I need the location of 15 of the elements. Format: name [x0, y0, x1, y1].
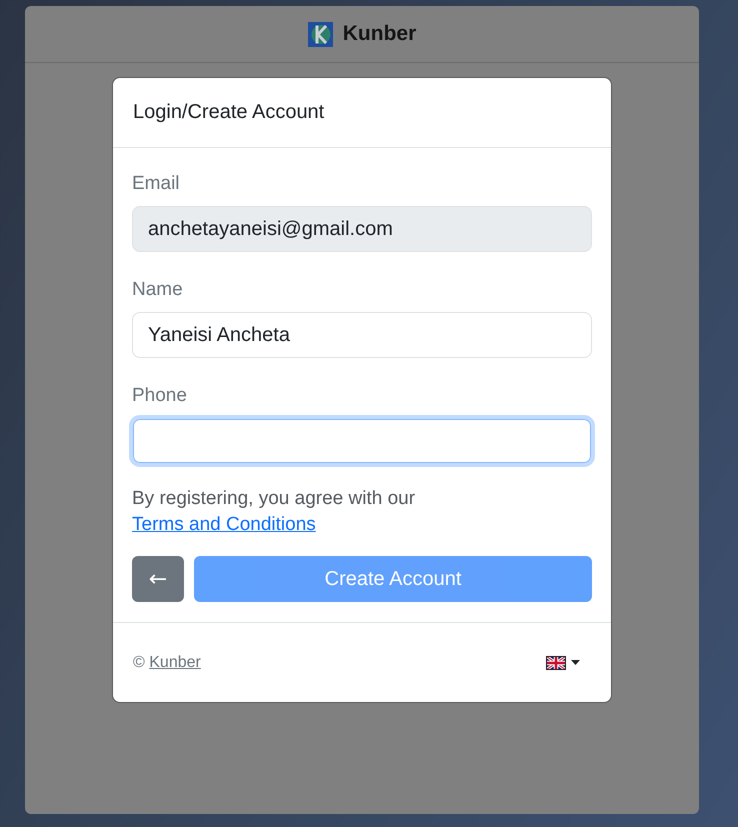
copyright-text: © Kunber — [133, 654, 201, 672]
terms-link[interactable]: Terms and Conditions — [132, 514, 316, 535]
caret-icon — [571, 660, 580, 665]
back-button[interactable]: ← — [132, 556, 184, 602]
input-field[interactable] — [129, 415, 595, 467]
field-label: Name — [132, 278, 183, 302]
flag-icon — [546, 656, 566, 670]
field-label: Phone — [132, 384, 187, 408]
footer-link[interactable]: Kunber — [149, 654, 201, 670]
brand-name: Kunber — [342, 22, 416, 46]
input-field[interactable]: Yaneisi Ancheta — [132, 312, 592, 358]
terms-text: By registering, you agree with our Terms and Conditions — [132, 487, 416, 537]
field-label: Email — [132, 172, 180, 196]
dialog-title: Login/Create Account — [133, 101, 324, 124]
logo-icon — [308, 22, 333, 46]
